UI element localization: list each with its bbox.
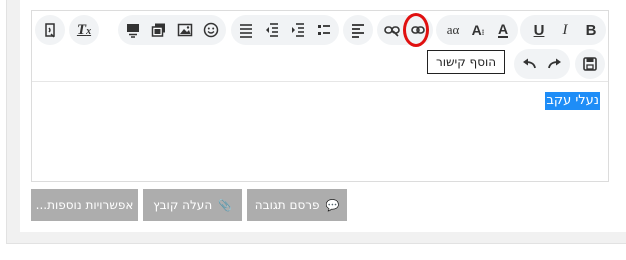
toolbar-group-text-style: B I U xyxy=(520,15,606,45)
image-button[interactable] xyxy=(172,17,198,43)
italic-icon: I xyxy=(562,21,568,38)
quote-button[interactable] xyxy=(120,17,146,43)
font-family-button[interactable]: aα xyxy=(440,17,466,43)
underline-button[interactable]: U xyxy=(526,17,552,43)
font-size-icon: A⁝ xyxy=(471,22,485,38)
unlink-icon xyxy=(384,22,400,38)
toolbar-group-save xyxy=(575,49,605,79)
upload-file-label: העלה קובץ xyxy=(153,198,213,212)
toolbar-group-history xyxy=(514,49,570,79)
italic-button[interactable]: I xyxy=(552,17,578,43)
post-reply-label: פרסם תגובה xyxy=(254,198,320,212)
toolbar-group-font: A A⁝ aα xyxy=(436,15,518,45)
list-icon xyxy=(316,22,332,38)
more-options-label: אפשרויות נוספות... xyxy=(35,198,134,212)
toggle-bbcode-button[interactable] xyxy=(37,17,63,43)
indent-icon xyxy=(290,22,306,38)
more-options-button[interactable]: אפשרויות נוספות... xyxy=(31,189,138,221)
media-icon xyxy=(151,22,167,38)
media-button[interactable] xyxy=(146,17,172,43)
image-icon xyxy=(177,22,193,38)
save-button[interactable] xyxy=(577,51,603,77)
undo-icon xyxy=(521,56,537,72)
emoji-button[interactable] xyxy=(198,17,224,43)
outdent-icon xyxy=(264,22,280,38)
editor-selected-text[interactable]: נעלי עקב xyxy=(545,92,600,110)
toolbar-group-align xyxy=(343,15,373,45)
toolbar-group-lists xyxy=(231,15,339,45)
toolbar-group-clear: Tx xyxy=(69,15,99,45)
outdent-button[interactable] xyxy=(259,17,285,43)
bold-icon: B xyxy=(585,21,597,39)
font-color-icon: A xyxy=(497,21,509,38)
link-tooltip: הוסף קישור xyxy=(427,50,506,74)
font-color-button[interactable]: A xyxy=(490,17,516,43)
post-reply-button[interactable]: 💬 פרסם תגובה xyxy=(247,189,347,221)
line-spacing-icon xyxy=(238,22,254,38)
indent-button[interactable] xyxy=(285,17,311,43)
redo-icon xyxy=(547,56,563,72)
toolbar-divider xyxy=(32,81,608,82)
font-size-button[interactable]: A⁝ xyxy=(465,17,491,43)
annotation-circle xyxy=(403,13,429,47)
font-family-icon: aα xyxy=(446,22,460,37)
undo-button[interactable] xyxy=(516,51,542,77)
paperclip-icon: 📎 xyxy=(218,198,232,212)
toolbar-group-toggle xyxy=(35,15,65,45)
underline-icon: U xyxy=(533,21,545,39)
toggle-bbcode-icon xyxy=(42,22,58,38)
upload-file-button[interactable]: 📎 העלה קובץ xyxy=(143,189,242,221)
comment-icon: 💬 xyxy=(325,198,340,212)
clear-format-button[interactable]: Tx xyxy=(71,17,97,43)
align-button[interactable] xyxy=(345,17,371,43)
list-button[interactable] xyxy=(311,17,337,43)
line-spacing-button[interactable] xyxy=(233,17,259,43)
clear-format-icon: Tx xyxy=(76,21,92,38)
smiley-icon xyxy=(203,22,219,38)
save-icon xyxy=(582,56,598,72)
quote-icon xyxy=(125,22,141,38)
align-left-icon xyxy=(350,22,366,38)
redo-button[interactable] xyxy=(542,51,568,77)
bold-button[interactable]: B xyxy=(578,17,604,43)
remove-link-button[interactable] xyxy=(379,17,405,43)
toolbar-group-insert xyxy=(118,15,226,45)
